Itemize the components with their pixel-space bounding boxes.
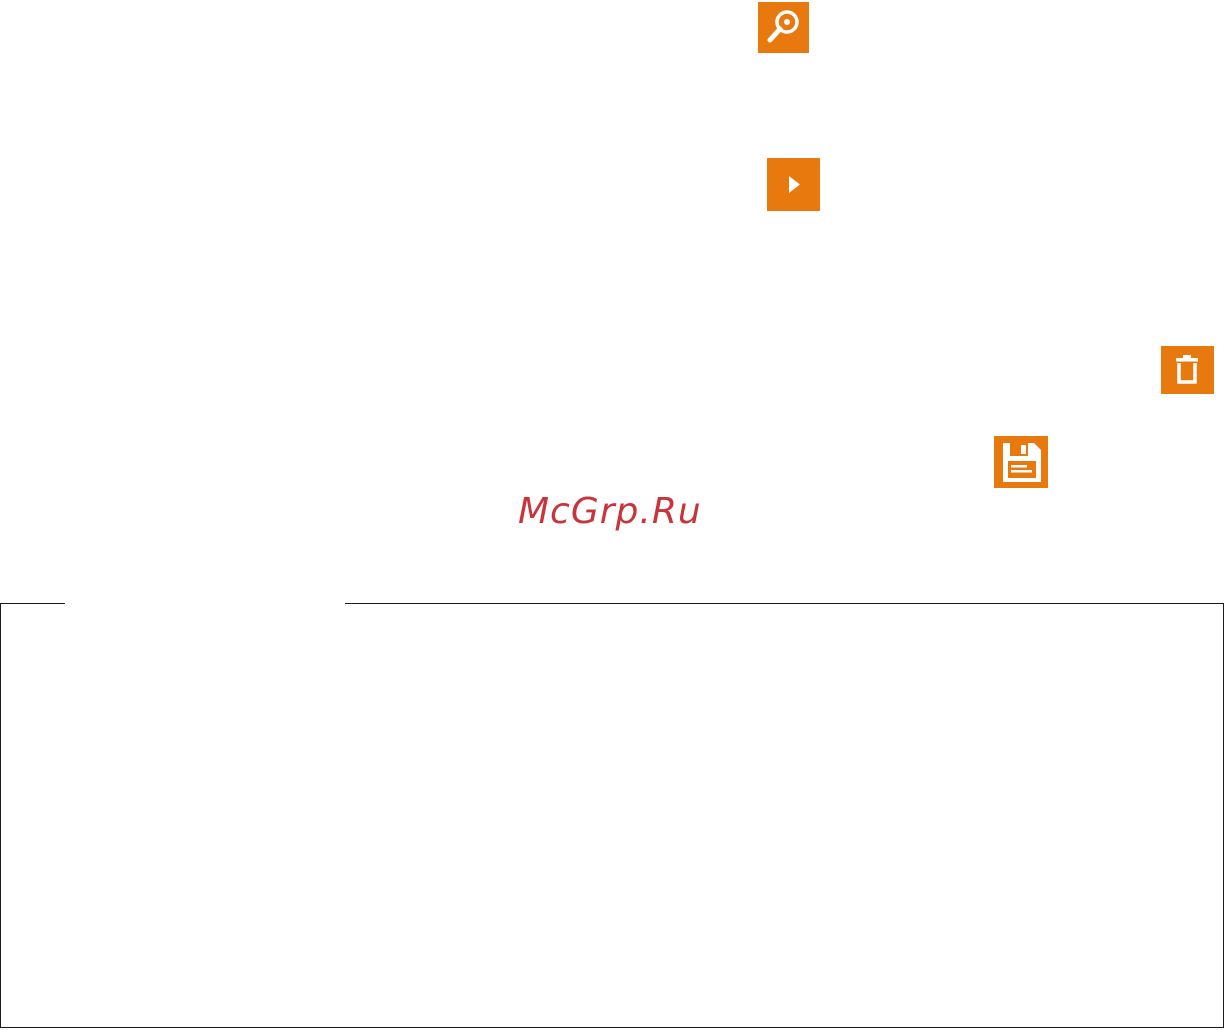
- play-icon-graphic: [767, 158, 820, 211]
- floppy-disk-icon-graphic: [994, 436, 1048, 488]
- trash-icon-graphic: [1161, 346, 1214, 394]
- trash-icon[interactable]: [1161, 346, 1214, 394]
- play-icon[interactable]: [767, 158, 820, 211]
- floppy-disk-icon[interactable]: [994, 436, 1048, 488]
- manual-page: McGrp.Ru: [0, 0, 1224, 1030]
- watermark-text: McGrp.Ru: [518, 491, 702, 532]
- content-frame: [0, 601, 1224, 1028]
- frame-title-gap: [65, 601, 345, 607]
- search-icon[interactable]: [758, 2, 809, 53]
- search-icon-graphic: [758, 2, 809, 53]
